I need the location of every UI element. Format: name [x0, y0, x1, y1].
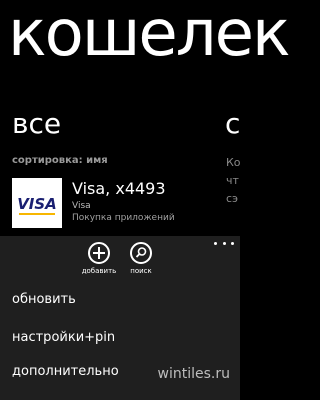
sort-label[interactable]: сортировка: имя	[12, 154, 108, 168]
visa-logo-icon: VISA	[12, 178, 62, 228]
menu-item-more[interactable]: дополнительно	[12, 362, 119, 382]
card-list-item[interactable]: VISA Visa, x4493 Visa Покупка приложений	[12, 178, 212, 228]
app-bar-ellipsis-icon[interactable]	[214, 238, 234, 248]
card-purpose: Покупка приложений	[72, 213, 175, 223]
card-name: Visa, x4493	[72, 179, 166, 198]
add-button[interactable]: добавить	[77, 242, 121, 276]
menu-item-settings-pin[interactable]: настройки+pin	[12, 328, 115, 348]
search-icon	[130, 242, 152, 264]
app-title: кошелек	[8, 0, 291, 71]
pivot-header-next[interactable]: с	[225, 104, 240, 144]
add-icon	[88, 242, 110, 264]
search-button[interactable]: поиск	[119, 242, 163, 276]
next-pivot-peek-text: Ко чт сэ	[226, 156, 241, 205]
app-bar: добавить поиск обновить настройки+pin до…	[0, 236, 240, 400]
search-button-label: поиск	[130, 267, 152, 275]
watermark: wintiles.ru	[157, 366, 230, 382]
pivot-header-all[interactable]: все	[12, 104, 61, 144]
visa-logo-text: VISA	[17, 195, 57, 213]
card-brand: Visa	[72, 201, 91, 211]
menu-item-refresh[interactable]: обновить	[12, 290, 76, 310]
add-button-label: добавить	[81, 267, 117, 275]
